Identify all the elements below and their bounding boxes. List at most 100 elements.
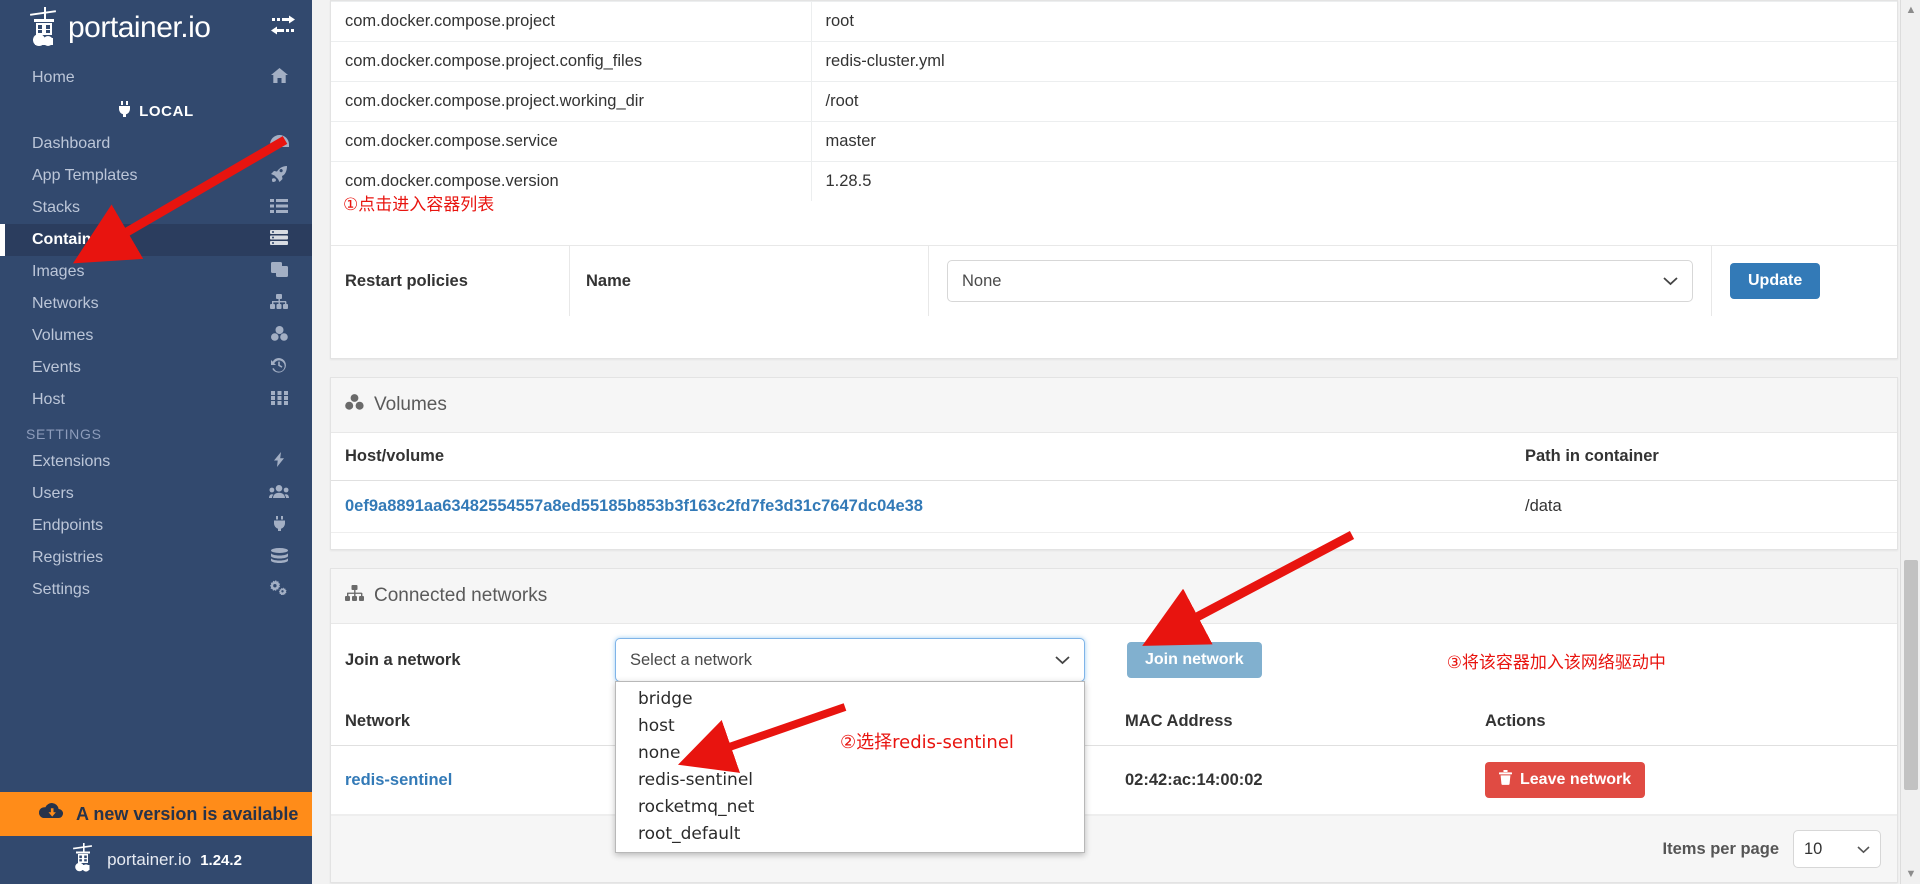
sidebar-item-stacks[interactable]: Stacks [0,192,312,224]
restart-policy-select[interactable]: None [947,260,1693,302]
sidebar-brand: portainer.io [0,0,312,56]
footer-version: 1.24.2 [200,851,242,869]
sidebar-item-extensions[interactable]: Extensions [0,446,312,478]
dropdown-option[interactable]: root_default [616,821,1084,848]
sidebar-item-events[interactable]: Events [0,352,312,384]
dropdown-option[interactable]: bridge [616,686,1084,713]
sidebar-item-label: Containers [32,231,116,248]
volumes-icon [268,326,290,346]
restart-policies-label: Restart policies [345,271,468,290]
scroll-up-arrow[interactable]: ▲ [1901,0,1920,20]
items-per-page-select[interactable]: 10 [1793,830,1881,868]
table-row: com.docker.compose.project.config_files … [331,41,1897,82]
scrollbar-thumb[interactable] [1904,560,1918,790]
items-per-page-label: Items per page [1662,839,1779,858]
labels-table: com.docker.compose.project root com.dock… [331,1,1897,201]
volumes-table: Host/volume Path in container 0ef9a8891a… [331,433,1897,533]
annotation-three: ③将该容器加入该网络驱动中 [1446,652,1666,673]
host-icon [268,390,290,410]
plug-icon [118,101,131,121]
sidebar-item-endpoints[interactable]: Endpoints [0,510,312,542]
vertical-scrollbar[interactable]: ▲ ▼ [1900,0,1920,884]
join-network-label: Join a network [345,650,461,669]
update-button[interactable]: Update [1730,263,1821,299]
sidebar-item-app-templates[interactable]: App Templates [0,160,312,192]
sidebar-item-networks[interactable]: Networks [0,288,312,320]
join-network-button[interactable]: Join network [1127,642,1262,678]
rocket-icon [268,165,290,187]
restart-policy-select-cell: None [929,246,1711,316]
networks-icon [268,294,290,314]
volumes-panel-header: Volumes [331,378,1897,433]
sidebar-item-users[interactable]: Users [0,478,312,510]
main-content: com.docker.compose.project root com.dock… [312,0,1920,884]
update-available-banner[interactable]: A new version is available [0,792,312,836]
toggle-sidebar-icon[interactable] [270,14,296,38]
annotation-one: ①点击进入容器列表 [343,195,495,215]
column-actions[interactable]: Actions [1471,698,1897,746]
cloud-download-icon [38,802,64,826]
items-per-page-value: 10 [1804,839,1823,858]
column-path-in-container[interactable]: Path in container [1511,433,1897,481]
endpoint-name: LOCAL [0,94,312,128]
dropdown-option[interactable]: rocketmq_net [616,794,1084,821]
connected-networks-title: Connected networks [374,585,548,606]
sidebar-item-label: Volumes [32,327,94,344]
volumes-icon [345,394,364,416]
chevron-down-icon [1055,651,1070,670]
leave-network-label: Leave network [1520,771,1632,788]
sidebar-item-label: Endpoints [32,517,104,534]
images-icon [268,262,290,282]
label-value: master [810,121,1897,162]
events-icon [268,358,290,378]
sidebar: portainer.io Home LOCAL Dashboard App Te… [0,0,312,884]
network-actions-cell: Leave network [1471,745,1897,815]
network-mac-cell: 02:42:ac:14:00:02 [1111,745,1471,815]
sidebar-section-settings: SETTINGS [26,426,102,442]
sidebar-item-host[interactable]: Host [0,384,312,416]
sidebar-item-settings[interactable]: Settings [0,574,312,606]
database-icon [268,548,290,568]
column-mac-address[interactable]: MAC Address [1111,698,1471,746]
label-key: com.docker.compose.project [331,1,811,42]
sidebar-item-containers[interactable]: Containers [0,224,312,256]
network-select-wrap: Select a network bridge host none redis-… [615,638,1085,853]
network-select-dropdown[interactable]: bridge host none redis-sentinel rocketmq… [615,681,1085,853]
dropdown-option[interactable]: redis-sentinel [616,767,1084,794]
bolt-icon [268,452,290,472]
update-banner-text: A new version is available [76,803,299,824]
restart-policy-row: Restart policies Name None Update [331,245,1897,316]
column-host-volume[interactable]: Host/volume [331,433,1511,481]
annotation-two: ②选择redis-sentinel [840,732,1014,753]
plug-icon [268,516,290,536]
scroll-down-arrow[interactable]: ▼ [1901,864,1920,884]
restart-policy-value: None [962,271,1002,290]
containers-icon [268,230,290,250]
trash-icon [1499,770,1512,790]
table-row: com.docker.compose.project.working_dir /… [331,81,1897,122]
sidebar-item-label: App Templates [32,167,138,184]
table-row: com.docker.compose.project root [331,1,1897,42]
networks-icon [345,585,364,607]
networks-pager: Items per page 10 [331,815,1897,882]
sidebar-item-images[interactable]: Images [0,256,312,288]
label-value: /root [810,81,1897,122]
volume-id-link[interactable]: 0ef9a8891aa63482554557a8ed55185b853b3f16… [345,497,923,515]
sidebar-item-registries[interactable]: Registries [0,542,312,574]
restart-policy-name-label: Name [569,246,929,316]
network-name-link[interactable]: redis-sentinel [345,771,452,789]
label-key: com.docker.compose.service [331,121,811,162]
portainer-logo-icon [70,842,98,878]
network-select[interactable]: Select a network [615,638,1085,682]
sidebar-item-dashboard[interactable]: Dashboard [0,128,312,160]
volume-path-cell: /data [1511,480,1897,533]
table-row: 0ef9a8891aa63482554557a8ed55185b853b3f16… [331,480,1897,533]
leave-network-button[interactable]: Leave network [1485,762,1646,798]
sidebar-item-label: Settings [32,581,90,598]
label-value: redis-cluster.yml [810,41,1897,82]
networks-table: Network IP Address MAC Address Actions r… [331,698,1897,815]
sidebar-item-volumes[interactable]: Volumes [0,320,312,352]
sidebar-item-home[interactable]: Home [0,62,312,94]
volume-host-cell: 0ef9a8891aa63482554557a8ed55185b853b3f16… [331,480,1511,533]
networks-table-head: Network IP Address MAC Address Actions [331,698,1897,746]
